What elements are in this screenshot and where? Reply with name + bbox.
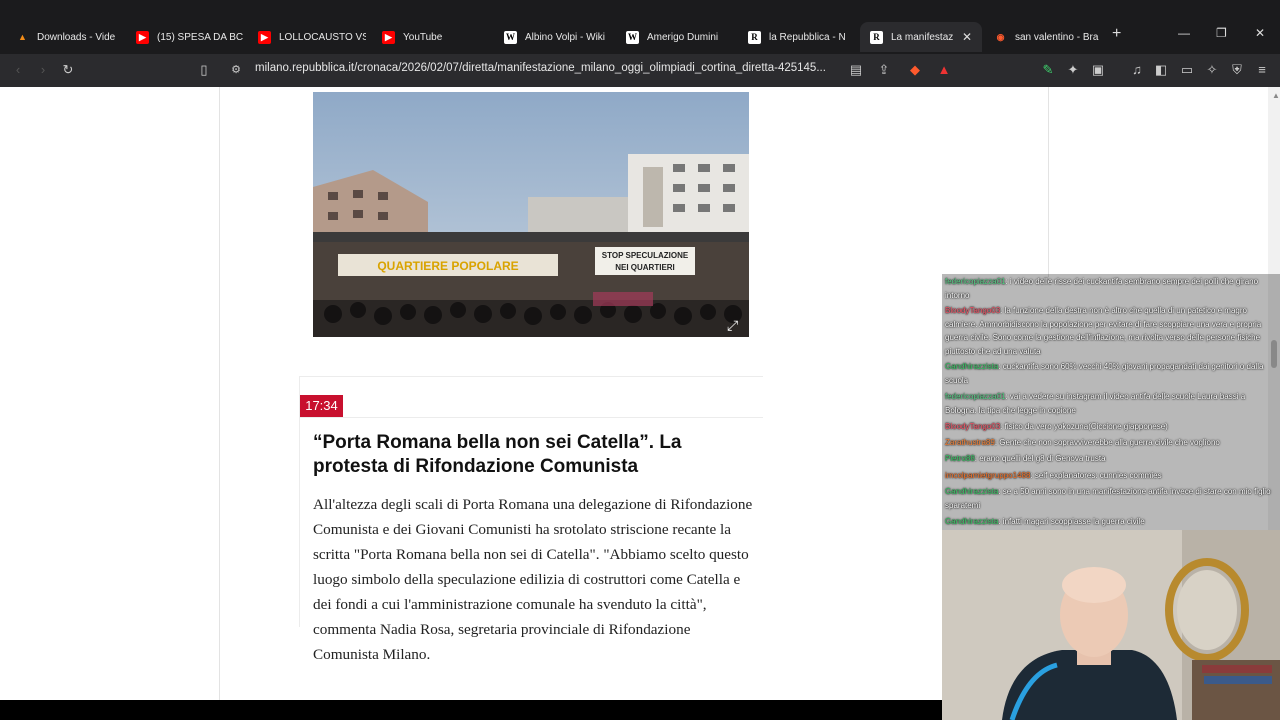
tab-albino-volpi[interactable]: W Albino Volpi - Wiki (494, 22, 612, 52)
leo-ai-icon[interactable]: ✧ (1204, 62, 1220, 78)
tab-spesa[interactable]: ▶ (15) SPESA DA BC (126, 22, 244, 52)
youtube-icon: ▶ (382, 30, 395, 44)
chat-user: Pietro88 (945, 454, 975, 463)
timestamp-badge: 17:34 (300, 395, 343, 417)
pen-extension-icon[interactable]: ✎ (1040, 62, 1056, 78)
brave-shields-icon[interactable]: ◆ (907, 62, 923, 78)
chat-text: : Gente che non sopravviverebbe alla gue… (994, 438, 1220, 447)
tab-san-valentino[interactable]: ◉ san valentino - Bra (984, 22, 1102, 52)
repubblica-icon: R (870, 30, 883, 44)
minimize-icon[interactable]: — (1178, 26, 1190, 40)
divider (299, 417, 763, 418)
scroll-up-icon[interactable]: ▲ (1268, 88, 1280, 104)
youtube-icon: ▶ (136, 30, 149, 44)
wallet-icon[interactable]: ▭ (1179, 62, 1195, 78)
tab-la-manifestazione[interactable]: R La manifestaz ✕ (860, 22, 982, 52)
entry-body: All'altezza degli scali di Porta Romana … (313, 496, 753, 663)
tab-amerigo-dumini[interactable]: W Amerigo Dumini (616, 22, 734, 52)
photo-banner-right-2: NEI QUARTIERI (615, 263, 675, 272)
tab-label: La manifestaz (891, 31, 954, 43)
vlc-icon: ▲ (18, 32, 27, 42)
site-settings-icon[interactable]: ⚙ (228, 62, 244, 78)
chat-message: Gandhirazzista: cuckantifa sono 60% vecc… (945, 360, 1277, 387)
chat-user: BloodyTango03 (945, 306, 1001, 315)
tab-label: LOLLOCAUSTO VS (279, 31, 366, 43)
tab-youtube[interactable]: ▶ YouTube (372, 22, 490, 52)
taskbar-strip (0, 700, 942, 720)
wikipedia-icon: W (504, 30, 517, 44)
chat-user: Gandhirazzista (945, 517, 999, 526)
bookmark-icon[interactable]: ▯ (196, 62, 212, 78)
divider (299, 376, 763, 377)
chat-text: : self explanatores: cunnies commies (1030, 471, 1162, 480)
chat-text: : erano quelli del g8 di Genova trusta (974, 454, 1106, 463)
webcam-feed (942, 530, 1280, 720)
toolbar: ‹ › ↻ ▯ ⚙ milano.repubblica.it/cronaca/2… (0, 54, 1280, 87)
chat-message: Gandhirazzista: infatti magari scoppiass… (945, 515, 1277, 529)
chat-message: imcolpamietgruppo1488: self explanatores… (945, 469, 1277, 483)
chat-user: federicopiazza01 (945, 392, 1006, 401)
close-window-icon[interactable]: ✕ (1255, 26, 1265, 40)
back-icon[interactable]: ‹ (10, 62, 26, 78)
tab-lollocausto[interactable]: ▶ LOLLOCAUSTO VS (248, 22, 366, 52)
address-bar[interactable]: milano.repubblica.it/cronaca/2026/02/07/… (255, 62, 826, 74)
chat-text: : fisico da vero yokozuna(Ciccione giapp… (1000, 422, 1168, 431)
brave-rewards-icon[interactable]: ▲ (936, 62, 952, 78)
chat-user: BloodyTango03 (945, 422, 1001, 431)
tab-repubblica[interactable]: R la Repubblica - N (738, 22, 856, 52)
chat-user: federicopiazza01 (945, 277, 1006, 286)
sidebar-icon[interactable]: ◧ (1153, 62, 1169, 78)
repubblica-icon: R (748, 30, 761, 44)
chat-message: Zarathustra89: Gente che non sopravviver… (945, 436, 1277, 450)
extensions-icon[interactable]: ✦ (1065, 62, 1081, 78)
chat-user: imcolpamietgruppo1488 (945, 471, 1031, 480)
new-tab-icon[interactable]: + (1112, 25, 1121, 43)
tab-downloads[interactable]: ▲ Downloads - Vide (6, 22, 124, 52)
photo-banner-right-1: STOP SPECULAZIONE (602, 251, 689, 260)
chat-message: Gandhirazzista: se a 50 anni sono in una… (945, 485, 1277, 512)
screenshot-icon[interactable]: ▣ (1090, 62, 1106, 78)
menu-icon[interactable]: ≡ (1254, 62, 1270, 78)
youtube-icon: ▶ (258, 30, 271, 44)
browser-window: ▲ Downloads - Vide ▶ (15) SPESA DA BC ▶ … (0, 0, 1280, 720)
column-divider (219, 87, 220, 700)
chat-user: Gandhirazzista (945, 487, 999, 496)
reload-icon[interactable]: ↻ (60, 62, 76, 78)
wikipedia-icon: W (626, 30, 639, 44)
brave-icon: ◉ (996, 31, 1005, 42)
media-icon[interactable]: ♫ (1129, 62, 1145, 78)
url-path: /cronaca/2026/02/07/diretta/manifestazio… (354, 62, 826, 74)
share-icon[interactable]: ⇪ (876, 62, 892, 78)
tab-label: san valentino - Bra (1015, 31, 1099, 43)
column-divider (1048, 87, 1049, 277)
tab-label: Albino Volpi - Wiki (525, 31, 606, 43)
chat-message: BloodyTango03: fisico da vero yokozuna(C… (945, 420, 1277, 434)
photo-banner-left: QUARTIERE POPOLARE (377, 259, 518, 273)
forward-icon[interactable]: › (35, 62, 51, 78)
url-host: milano.repubblica.it (255, 62, 355, 74)
chat-message: Pietro88: erano quelli del g8 di Genova … (945, 452, 1277, 466)
close-tab-icon[interactable]: ✕ (962, 30, 972, 44)
chat-message: federicopiazza01: i video delle risse de… (945, 275, 1277, 302)
stream-chat-overlay: federicopiazza01: i video delle risse de… (942, 274, 1280, 530)
tab-label: YouTube (403, 31, 443, 43)
tab-label: la Repubblica - N (769, 31, 846, 43)
entry-headline: “Porta Romana bella non sei Catella”. La… (313, 432, 682, 477)
tab-label: Downloads - Vide (37, 31, 116, 43)
tab-label: (15) SPESA DA BC (157, 31, 244, 43)
chat-message: federicopiazza01: vai a vedere su instag… (945, 390, 1277, 417)
reader-mode-icon[interactable]: ▤ (848, 62, 864, 78)
chat-message: BloodyTango03: la funzione della destra … (945, 304, 1277, 358)
maximize-icon[interactable]: ❐ (1216, 26, 1227, 40)
vpn-icon[interactable]: ⛨ (1229, 62, 1245, 78)
expand-image-icon[interactable]: ⤢ (727, 317, 743, 333)
chat-text: : infatti magari scoppiasse la guerra ci… (998, 517, 1145, 526)
tab-strip: ▲ Downloads - Vide ▶ (15) SPESA DA BC ▶ … (0, 0, 1280, 54)
chat-user: Gandhirazzista (945, 362, 999, 371)
article-photo[interactable]: QUARTIERE POPOLARE STOP SPECULAZIONE NEI… (313, 92, 749, 337)
chat-user: Zarathustra89 (945, 438, 995, 447)
tab-label: Amerigo Dumini (647, 31, 719, 43)
